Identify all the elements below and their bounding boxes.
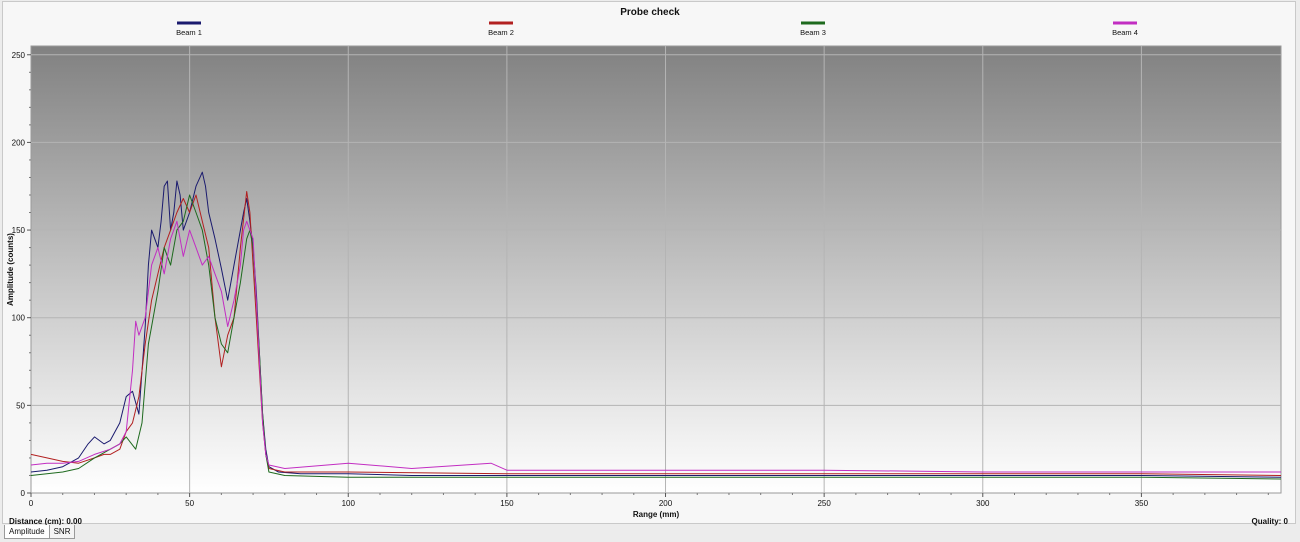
- y-tick-label: 50: [16, 401, 25, 410]
- x-tick-label: 300: [976, 499, 990, 508]
- y-tick-label: 0: [21, 489, 26, 498]
- legend-label: Beam 4: [1112, 28, 1138, 37]
- y-tick-label: 250: [12, 51, 26, 60]
- legend-label: Beam 3: [800, 28, 826, 37]
- legend-label: Beam 1: [176, 28, 202, 37]
- x-tick-label: 0: [29, 499, 34, 508]
- legend: Beam 1 Beam 2 Beam 3 Beam 4: [176, 21, 1138, 37]
- x-tick-label: 50: [185, 499, 194, 508]
- x-axis-label: Range (mm): [633, 510, 680, 519]
- chart-title: Probe check: [620, 7, 680, 18]
- tab-amplitude[interactable]: Amplitude: [4, 525, 50, 539]
- chart-frame: Probe check Beam 1 Beam 2 Beam 3 Beam 4 0 50…: [2, 1, 1296, 524]
- x-tick-label: 250: [817, 499, 831, 508]
- amplitude-chart: Probe check Beam 1 Beam 2 Beam 3 Beam 4 0 50…: [6, 7, 1282, 519]
- quality-readout: Quality: 0: [1251, 517, 1288, 526]
- x-tick-label: 200: [659, 499, 673, 508]
- view-tabs: Amplitude SNR: [4, 525, 76, 539]
- tab-snr[interactable]: SNR: [48, 525, 76, 539]
- x-tick-label: 100: [342, 499, 356, 508]
- legend-label: Beam 2: [488, 28, 514, 37]
- y-axis-label: Amplitude (counts): [6, 233, 15, 306]
- x-tick-label: 150: [500, 499, 514, 508]
- x-tick-label: 350: [1135, 499, 1149, 508]
- y-tick-label: 100: [12, 314, 26, 323]
- plot-area: [30, 45, 1282, 494]
- y-tick-label: 200: [12, 138, 26, 147]
